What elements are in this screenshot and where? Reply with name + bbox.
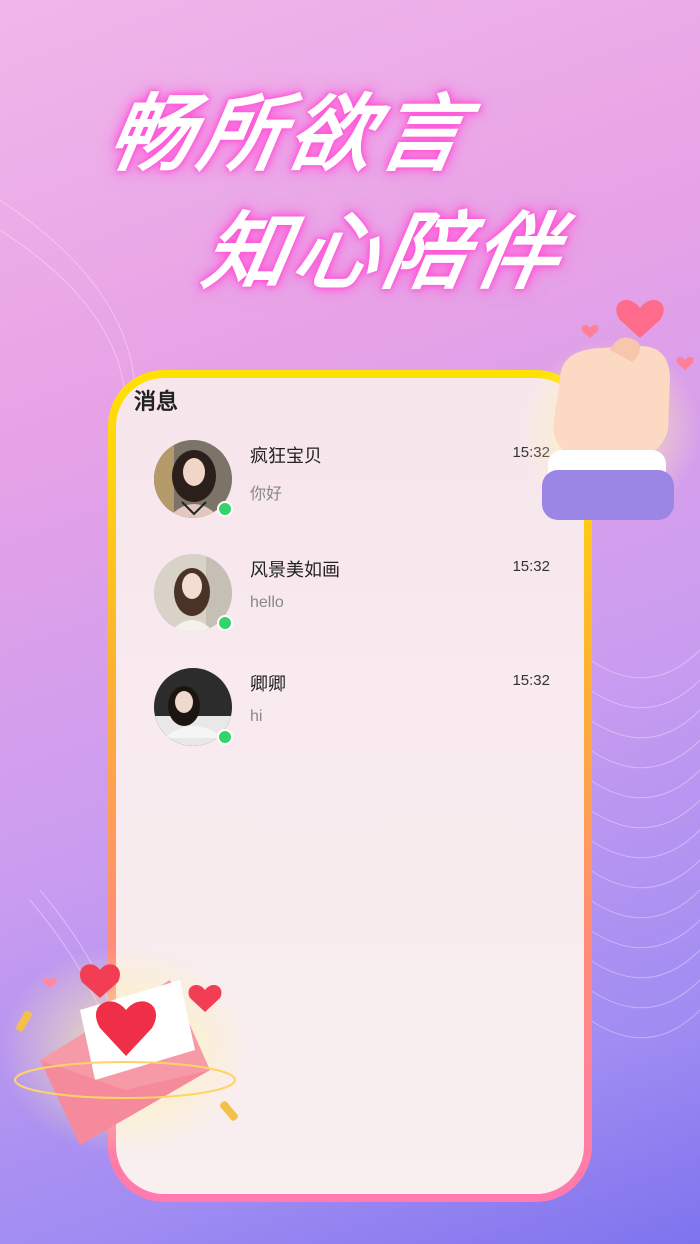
chat-name: 卿卿 <box>250 674 286 695</box>
chat-name: 疯狂宝贝 <box>250 446 322 467</box>
chat-time: 15:32 <box>512 558 550 575</box>
love-letter-envelope-icon <box>0 945 250 1155</box>
chat-list-item[interactable]: 卿卿 hi 15:32 <box>116 668 584 758</box>
chat-last-message: 你好 <box>250 486 283 503</box>
chat-list-item[interactable]: 疯狂宝贝 你好 15:32 <box>116 440 584 530</box>
online-status-dot <box>217 501 233 517</box>
chat-list-item[interactable]: 风景美如画 hello 15:32 <box>116 554 584 644</box>
headline-line-1: 畅所欲言 <box>101 85 479 183</box>
chat-name: 风景美如画 <box>250 560 340 581</box>
headline-line-2: 知心陪伴 <box>196 203 574 301</box>
online-status-dot <box>217 615 233 631</box>
finger-heart-hand-icon <box>520 299 700 520</box>
chat-time: 15:32 <box>512 672 550 689</box>
chat-last-message: hi <box>250 708 263 725</box>
online-status-dot <box>217 729 233 745</box>
chat-last-message: hello <box>250 594 284 611</box>
page-title: 消息 <box>134 390 179 415</box>
